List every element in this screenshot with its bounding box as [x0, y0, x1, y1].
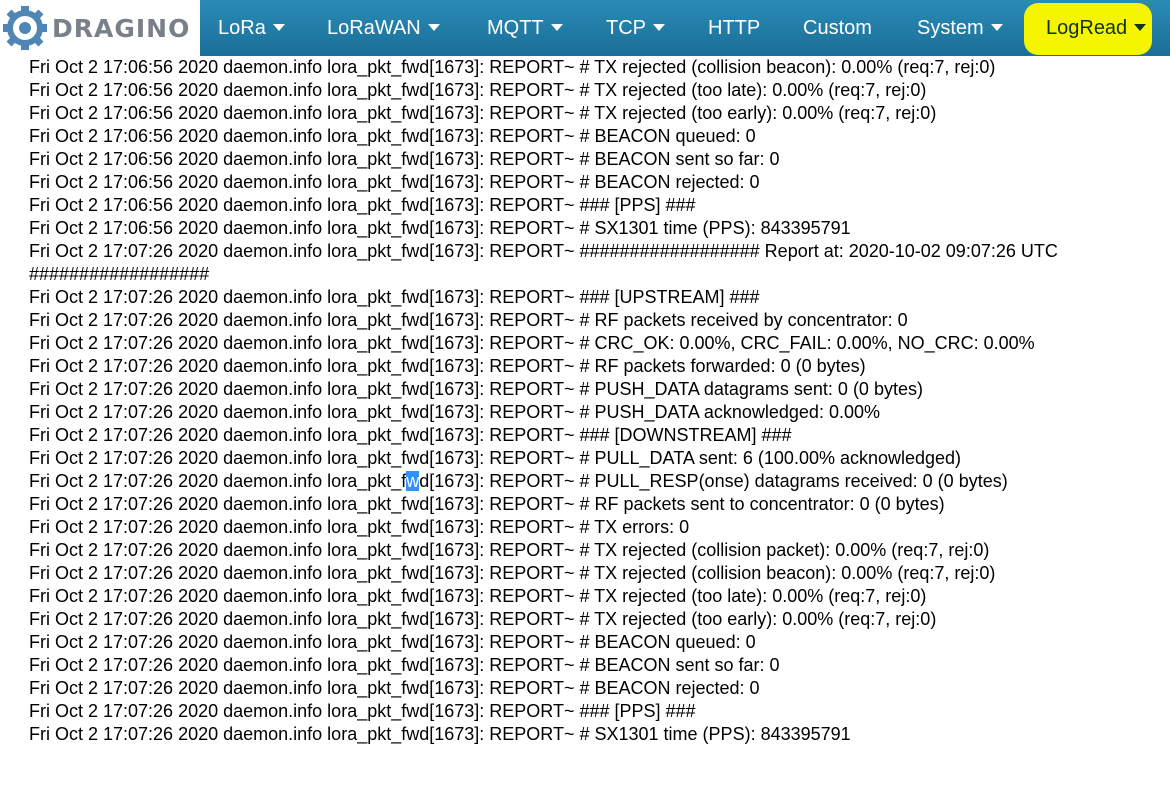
log-line: Fri Oct 2 17:07:26 2020 daemon.info lora…	[29, 494, 945, 514]
nav-lorawan-label: LoRaWAN	[327, 17, 421, 39]
nav-logread[interactable]: LogRead	[1046, 0, 1147, 56]
log-line: Fri Oct 2 17:07:26 2020 daemon.info lora…	[29, 586, 927, 606]
log-line: Fri Oct 2 17:07:26 2020 daemon.info lora…	[29, 655, 780, 675]
log-line: Fri Oct 2 17:07:26 2020 daemon.info lora…	[29, 632, 756, 652]
log-line: Fri Oct 2 17:07:26 2020 daemon.info lora…	[29, 471, 1008, 491]
log-line: Fri Oct 2 17:07:26 2020 daemon.info lora…	[29, 287, 760, 307]
log-output: Fri Oct 2 17:06:56 2020 daemon.info lora…	[29, 33, 1139, 746]
nav-lora-label: LoRa	[218, 17, 266, 39]
caret-down-icon	[990, 24, 1003, 31]
nav-http-label: HTTP	[708, 17, 761, 39]
log-line: Fri Oct 2 17:07:26 2020 daemon.info lora…	[29, 540, 990, 560]
nav-custom-label: Custom	[803, 17, 872, 39]
caret-down-icon	[1134, 24, 1147, 31]
nav-tcp-label: TCP	[606, 17, 646, 39]
caret-down-icon	[550, 24, 563, 31]
nav-http[interactable]: HTTP	[708, 0, 760, 56]
nav-system-label: System	[917, 17, 984, 39]
top-navbar: DRAGINO LoRa LoRaWAN MQTT TCP HTTP Custo…	[0, 0, 1170, 56]
log-line: Fri Oct 2 17:06:56 2020 daemon.info lora…	[29, 80, 927, 100]
log-line: Fri Oct 2 17:07:26 2020 daemon.info lora…	[29, 517, 690, 537]
log-line: Fri Oct 2 17:06:56 2020 daemon.info lora…	[29, 172, 760, 192]
log-line: Fri Oct 2 17:07:26 2020 daemon.info lora…	[29, 425, 792, 445]
nav-lora[interactable]: LoRa	[218, 0, 285, 56]
log-line: Fri Oct 2 17:07:26 2020 daemon.info lora…	[29, 448, 962, 468]
nav-mqtt[interactable]: MQTT	[487, 0, 563, 56]
log-line: Fri Oct 2 17:06:56 2020 daemon.info lora…	[29, 103, 937, 123]
log-line: Fri Oct 2 17:07:26 2020 daemon.info lora…	[29, 310, 908, 330]
nav-mqtt-label: MQTT	[487, 17, 544, 39]
nav-custom[interactable]: Custom	[803, 0, 872, 56]
brand[interactable]: DRAGINO	[0, 0, 200, 56]
log-line: Fri Oct 2 17:06:56 2020 daemon.info lora…	[29, 149, 780, 169]
log-line: Fri Oct 2 17:07:26 2020 daemon.info lora…	[29, 724, 851, 744]
nav-tcp[interactable]: TCP	[606, 0, 665, 56]
log-line: Fri Oct 2 17:07:26 2020 daemon.info lora…	[29, 678, 760, 698]
nav-system[interactable]: System	[917, 0, 1003, 56]
nav-logread-label: LogRead	[1046, 17, 1128, 39]
caret-down-icon	[272, 24, 285, 31]
log-line: Fri Oct 2 17:07:26 2020 daemon.info lora…	[29, 402, 880, 422]
log-line: Fri Oct 2 17:07:26 2020 daemon.info lora…	[29, 379, 923, 399]
caret-down-icon	[427, 24, 440, 31]
log-line: Fri Oct 2 17:06:56 2020 daemon.info lora…	[29, 195, 696, 215]
log-line: Fri Oct 2 17:06:56 2020 daemon.info lora…	[29, 218, 851, 238]
nav-lorawan[interactable]: LoRaWAN	[327, 0, 440, 56]
dragino-logo-icon	[3, 6, 47, 50]
log-line: Fri Oct 2 17:07:26 2020 daemon.info lora…	[29, 609, 937, 629]
log-line: Fri Oct 2 17:07:26 2020 daemon.info lora…	[29, 701, 696, 721]
log-line: Fri Oct 2 17:07:26 2020 daemon.info lora…	[29, 333, 1035, 353]
log-line: Fri Oct 2 17:07:26 2020 daemon.info lora…	[29, 241, 1058, 284]
log-line: Fri Oct 2 17:07:26 2020 daemon.info lora…	[29, 356, 866, 376]
brand-name: DRAGINO	[52, 13, 191, 43]
log-line: Fri Oct 2 17:06:56 2020 daemon.info lora…	[29, 57, 996, 77]
text-selection: w	[406, 471, 420, 491]
log-line: Fri Oct 2 17:06:56 2020 daemon.info lora…	[29, 126, 756, 146]
log-line: Fri Oct 2 17:07:26 2020 daemon.info lora…	[29, 563, 996, 583]
caret-down-icon	[653, 24, 665, 31]
